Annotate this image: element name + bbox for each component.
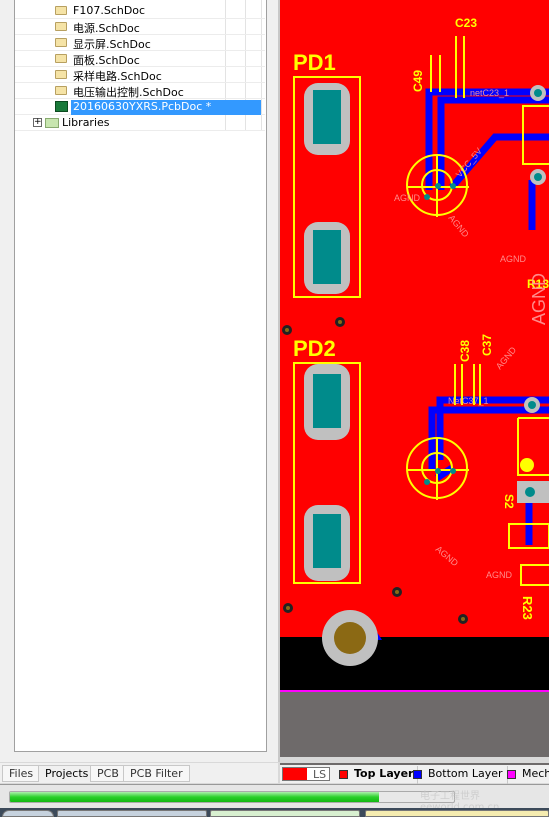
- svg-text:AGND: AGND: [529, 273, 549, 325]
- taskbar-button[interactable]: [57, 810, 207, 817]
- tree-item[interactable]: 采样电路.SchDoc: [15, 67, 265, 83]
- current-layer-indicator[interactable]: LS: [282, 767, 330, 781]
- layer-color-swatch: [413, 770, 422, 779]
- taskbar: [0, 808, 549, 817]
- tree-item[interactable]: 电压输出控制.SchDoc: [15, 83, 265, 99]
- layer-tab-top[interactable]: Top Layer: [334, 766, 419, 784]
- tree-item[interactable]: 电源.SchDoc: [15, 19, 265, 35]
- taskbar-button[interactable]: [365, 810, 549, 817]
- schematic-doc-icon: [55, 86, 67, 95]
- project-tree[interactable]: F107.SchDoc 电源.SchDoc 显示屏.SchDoc 面板.SchD…: [14, 0, 267, 752]
- svg-text:netC23_1: netC23_1: [470, 88, 509, 98]
- c37-label: C37: [480, 334, 494, 356]
- schematic-doc-icon: [55, 22, 67, 31]
- tree-item[interactable]: 面板.SchDoc: [15, 51, 265, 67]
- layer-tab-mech[interactable]: Mech: [502, 766, 549, 784]
- svg-text:AGND: AGND: [500, 254, 527, 264]
- pcb-doc-icon: [55, 101, 68, 112]
- svg-text:AGND: AGND: [486, 570, 513, 580]
- schematic-doc-icon: [55, 38, 67, 47]
- tree-item[interactable]: F107.SchDoc: [15, 3, 265, 19]
- c23-label: C23: [455, 16, 477, 30]
- s2-label: S2: [502, 494, 516, 509]
- projects-panel: F107.SchDoc 电源.SchDoc 显示屏.SchDoc 面板.SchD…: [0, 0, 278, 762]
- svg-text:AGND: AGND: [394, 193, 421, 203]
- mech-line: [280, 690, 549, 692]
- expand-icon[interactable]: +: [33, 118, 42, 127]
- layer-tabs: LS Top Layer Bottom Layer Mech: [280, 763, 549, 784]
- status-bar: 电子工程世界 eeworld.com.cn: [0, 784, 549, 813]
- c49-label: C49: [411, 70, 425, 92]
- pd2-label: PD2: [293, 336, 336, 361]
- tab-projects[interactable]: Projects: [38, 765, 96, 782]
- schematic-doc-icon: [55, 6, 67, 15]
- r23-label: R23: [520, 596, 535, 620]
- tab-files[interactable]: Files: [2, 765, 41, 782]
- tree-item[interactable]: 显示屏.SchDoc: [15, 35, 265, 51]
- panel-tabs: Files Projects PCB PCB Filter: [0, 763, 278, 783]
- pcb-canvas[interactable]: PD1 PD2 C23 C49 C38 C37 S2 R23 R13 netC2…: [280, 0, 549, 757]
- layer-color-swatch: [339, 770, 348, 779]
- tree-item-selected[interactable]: 20160630YXRS.PcbDoc *: [15, 99, 265, 115]
- taskbar-button[interactable]: [210, 810, 360, 817]
- board-edge: [280, 637, 549, 690]
- folder-icon: [45, 118, 59, 128]
- layer-color-swatch: [507, 770, 516, 779]
- schematic-doc-icon: [55, 54, 67, 63]
- schematic-doc-icon: [55, 70, 67, 79]
- svg-text:NetC37_1: NetC37_1: [448, 396, 489, 406]
- tree-item-libraries[interactable]: + Libraries: [15, 115, 265, 131]
- progress-bar: [9, 791, 455, 803]
- tab-pcb[interactable]: PCB: [90, 765, 126, 782]
- c38-label: C38: [458, 340, 472, 362]
- layer-tab-bottom[interactable]: Bottom Layer: [408, 766, 508, 784]
- pd1-label: PD1: [293, 50, 336, 75]
- canvas-background: [280, 692, 549, 757]
- start-button[interactable]: [2, 810, 54, 817]
- tab-pcb-filter[interactable]: PCB Filter: [123, 765, 190, 782]
